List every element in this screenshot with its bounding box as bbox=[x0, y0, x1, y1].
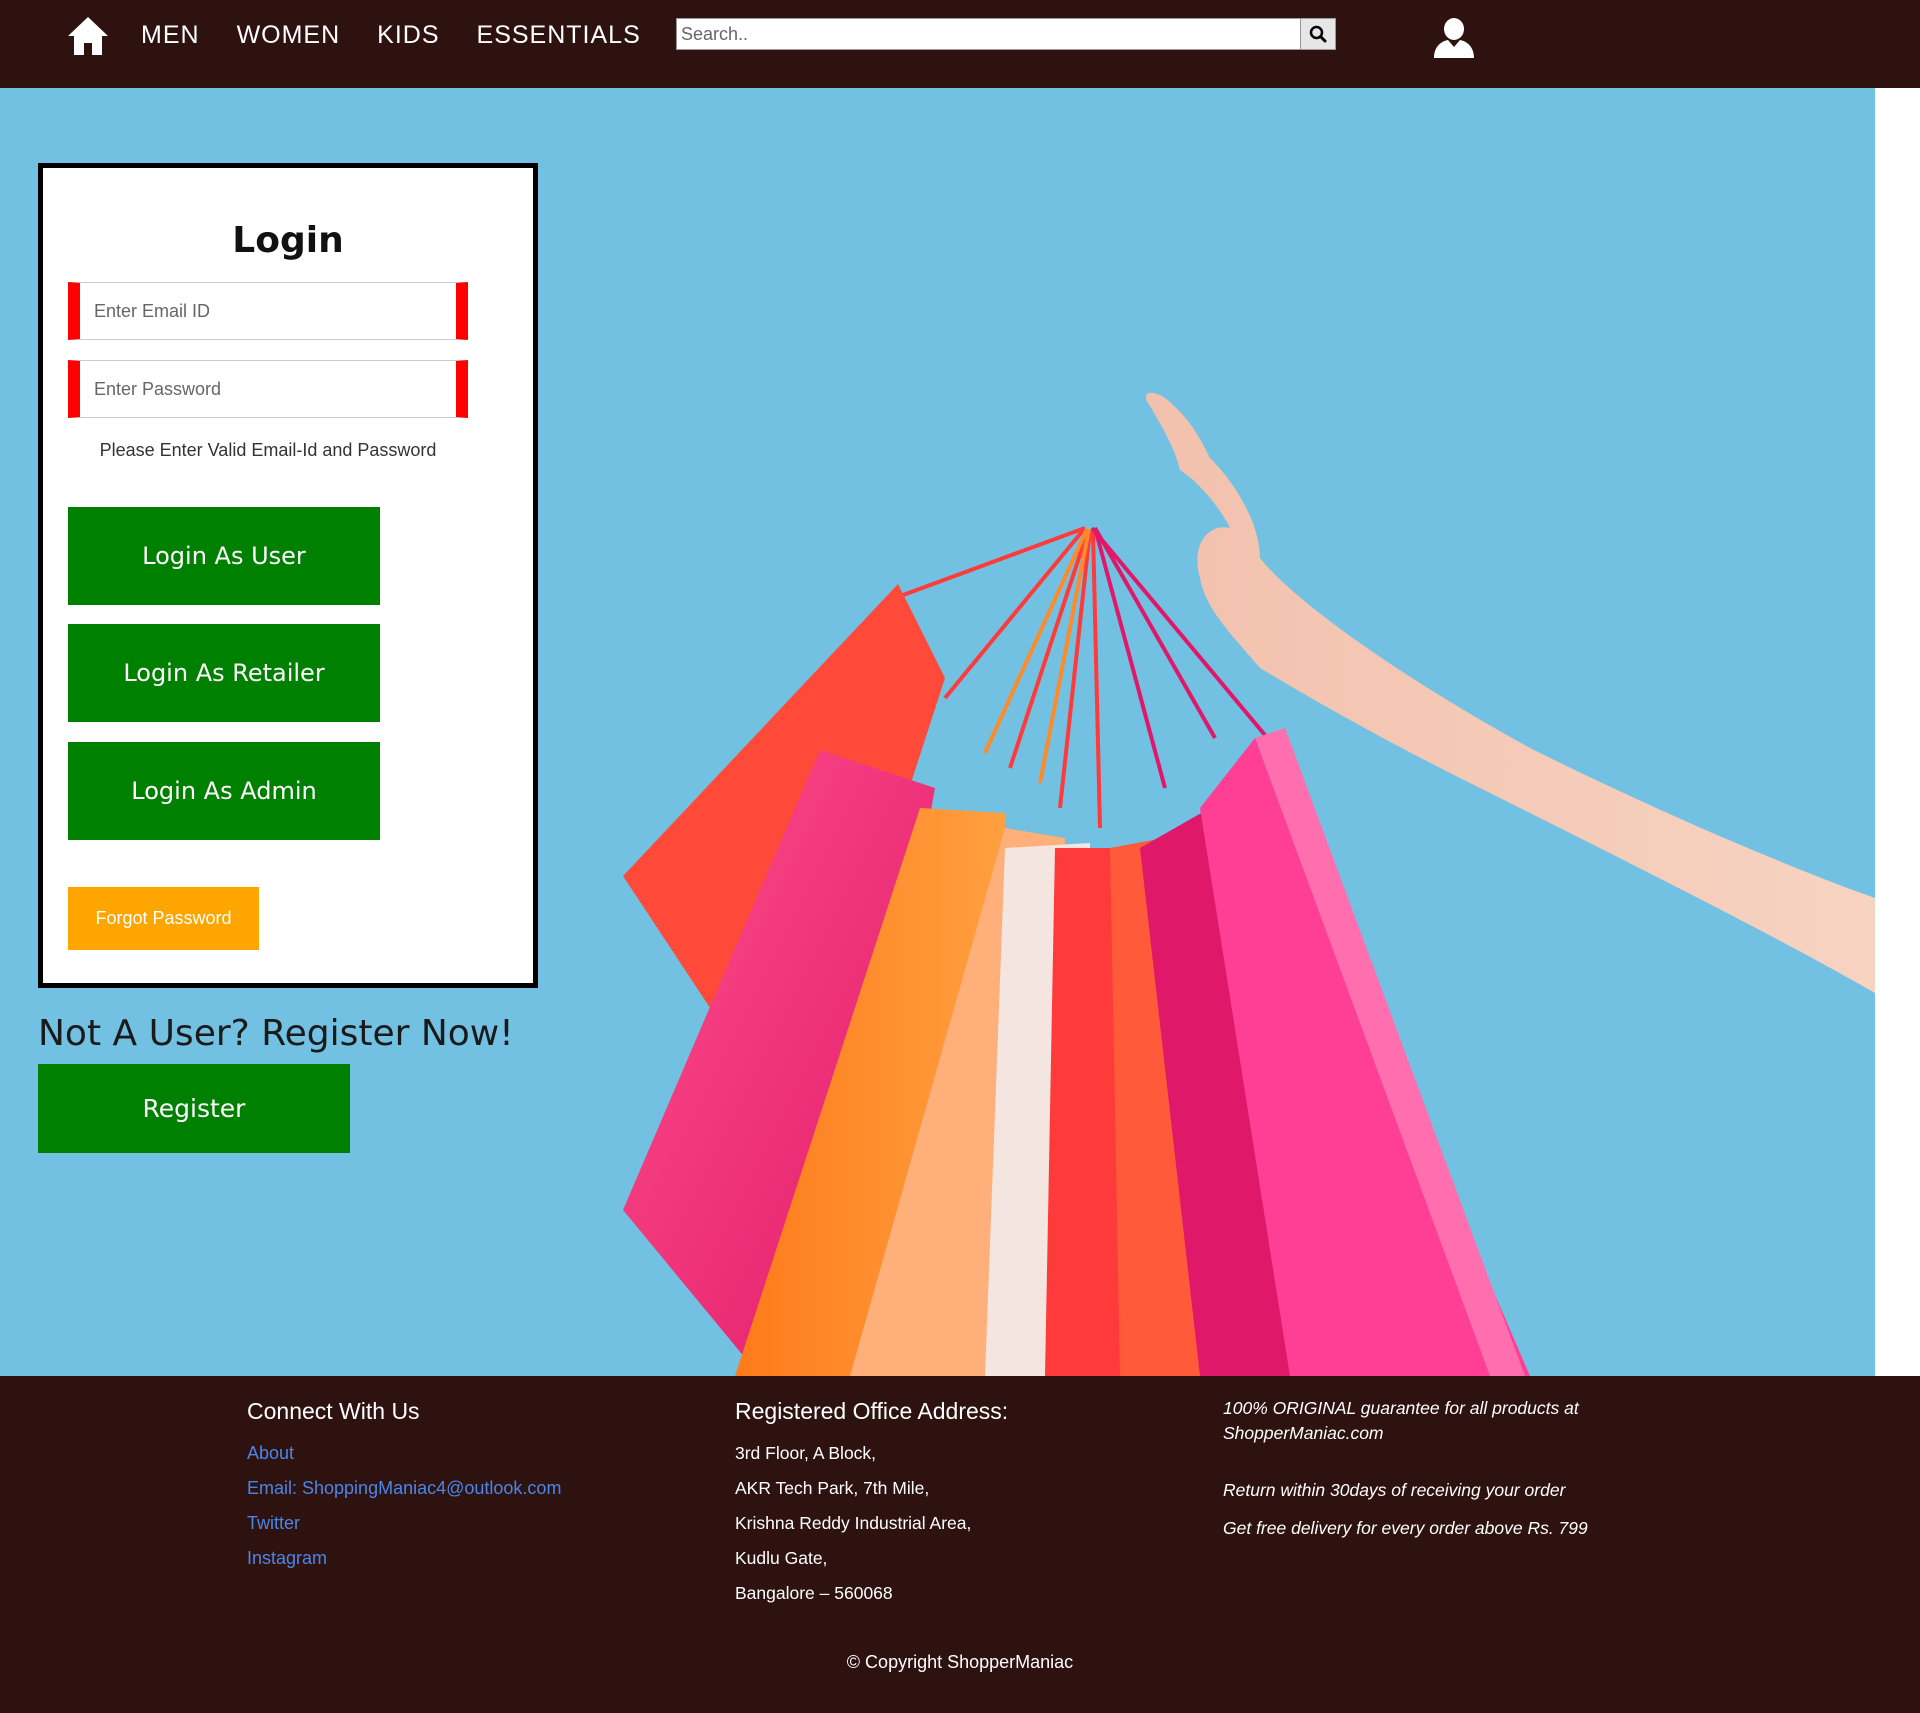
user-icon bbox=[1434, 18, 1474, 58]
search-input[interactable] bbox=[676, 18, 1301, 50]
address-line: Bangalore – 560068 bbox=[735, 1583, 893, 1603]
top-navbar: MEN WOMEN KIDS ESSENTIALS bbox=[0, 0, 1920, 88]
footer-link-instagram[interactable]: Instagram bbox=[247, 1541, 561, 1576]
login-as-user-button[interactable]: Login As User bbox=[68, 507, 380, 605]
copyright-text: © Copyright ShopperManiac bbox=[846, 1652, 1074, 1672]
email-field bbox=[68, 282, 468, 340]
register-button[interactable]: Register bbox=[38, 1064, 350, 1153]
nav-link-men[interactable]: MEN bbox=[141, 20, 200, 50]
login-card: Login Please Enter Valid Email-Id and Pa… bbox=[38, 163, 538, 988]
guarantee-text: 100% ORIGINAL guarantee for all products… bbox=[1223, 1398, 1579, 1443]
password-field bbox=[68, 360, 468, 418]
search-bar bbox=[676, 18, 1336, 50]
login-as-admin-button[interactable]: Login As Admin bbox=[68, 742, 380, 840]
forgot-password-button[interactable]: Forgot Password bbox=[68, 887, 259, 950]
nav-links: MEN WOMEN KIDS ESSENTIALS bbox=[141, 20, 678, 50]
address-heading: Registered Office Address: bbox=[735, 1398, 1009, 1424]
register-heading: Not A User? Register Now! bbox=[38, 1013, 514, 1054]
footer-link-twitter[interactable]: Twitter bbox=[247, 1506, 561, 1541]
footer-promises-column: 100% ORIGINAL guarantee for all products… bbox=[1223, 1396, 1643, 1541]
footer-link-email[interactable]: Email: ShoppingManiac4@outlook.com bbox=[247, 1471, 561, 1506]
login-error-message: Please Enter Valid Email-Id and Password bbox=[99, 440, 437, 460]
email-input[interactable] bbox=[80, 283, 456, 339]
connect-heading: Connect With Us bbox=[247, 1398, 420, 1424]
address-line: 3rd Floor, A Block, bbox=[735, 1443, 877, 1463]
address-line: Krishna Reddy Industrial Area, bbox=[735, 1513, 972, 1533]
home-link[interactable] bbox=[66, 14, 110, 58]
home-icon bbox=[68, 17, 108, 55]
address-line: AKR Tech Park, 7th Mile, bbox=[735, 1478, 930, 1498]
login-title: Login bbox=[232, 220, 344, 261]
nav-link-kids[interactable]: KIDS bbox=[377, 20, 439, 50]
address-line: Kudlu Gate, bbox=[735, 1548, 828, 1568]
nav-link-women[interactable]: WOMEN bbox=[237, 20, 341, 50]
returns-text: Return within 30days of receiving your o… bbox=[1223, 1480, 1566, 1500]
footer: Connect With Us About Email: ShoppingMan… bbox=[0, 1376, 1920, 1713]
search-icon bbox=[1309, 25, 1327, 43]
password-input[interactable] bbox=[80, 361, 456, 417]
footer-link-about[interactable]: About bbox=[247, 1436, 561, 1471]
footer-address-column: Registered Office Address: 3rd Floor, A … bbox=[735, 1396, 1008, 1611]
nav-link-essentials[interactable]: ESSENTIALS bbox=[477, 20, 641, 50]
delivery-text: Get free delivery for every order above … bbox=[1223, 1518, 1588, 1538]
login-as-retailer-button[interactable]: Login As Retailer bbox=[68, 624, 380, 722]
user-account-link[interactable] bbox=[1432, 16, 1476, 60]
search-button[interactable] bbox=[1301, 18, 1336, 50]
footer-connect-column: Connect With Us About Email: ShoppingMan… bbox=[247, 1396, 561, 1576]
